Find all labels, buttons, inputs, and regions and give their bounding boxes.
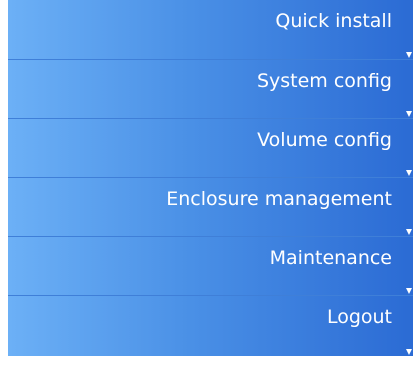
arrow-down-icon xyxy=(406,288,412,294)
menu-item-label: System config xyxy=(256,70,392,92)
menu-item-label: Logout xyxy=(326,306,392,328)
menu-item-volume-config[interactable]: Volume config xyxy=(8,119,413,178)
menu-item-enclosure-management[interactable]: Enclosure management xyxy=(8,178,413,237)
arrow-down-icon xyxy=(406,111,412,117)
navigation-menu: Quick install System config Volume confi… xyxy=(8,0,413,368)
menu-item-label: Maintenance xyxy=(269,247,392,269)
menu-item-label: Enclosure management xyxy=(166,188,392,210)
menu-item-maintenance[interactable]: Maintenance xyxy=(8,237,413,296)
menu-item-label: Quick install xyxy=(275,10,392,32)
arrow-down-icon xyxy=(406,229,412,235)
menu-item-logout[interactable]: Logout xyxy=(8,296,413,356)
arrow-down-icon xyxy=(406,349,412,355)
menu-item-label: Volume config xyxy=(257,129,392,151)
arrow-down-icon xyxy=(406,52,412,58)
menu-item-system-config[interactable]: System config xyxy=(8,60,413,119)
arrow-down-icon xyxy=(406,170,412,176)
menu-item-quick-install[interactable]: Quick install xyxy=(8,0,413,60)
